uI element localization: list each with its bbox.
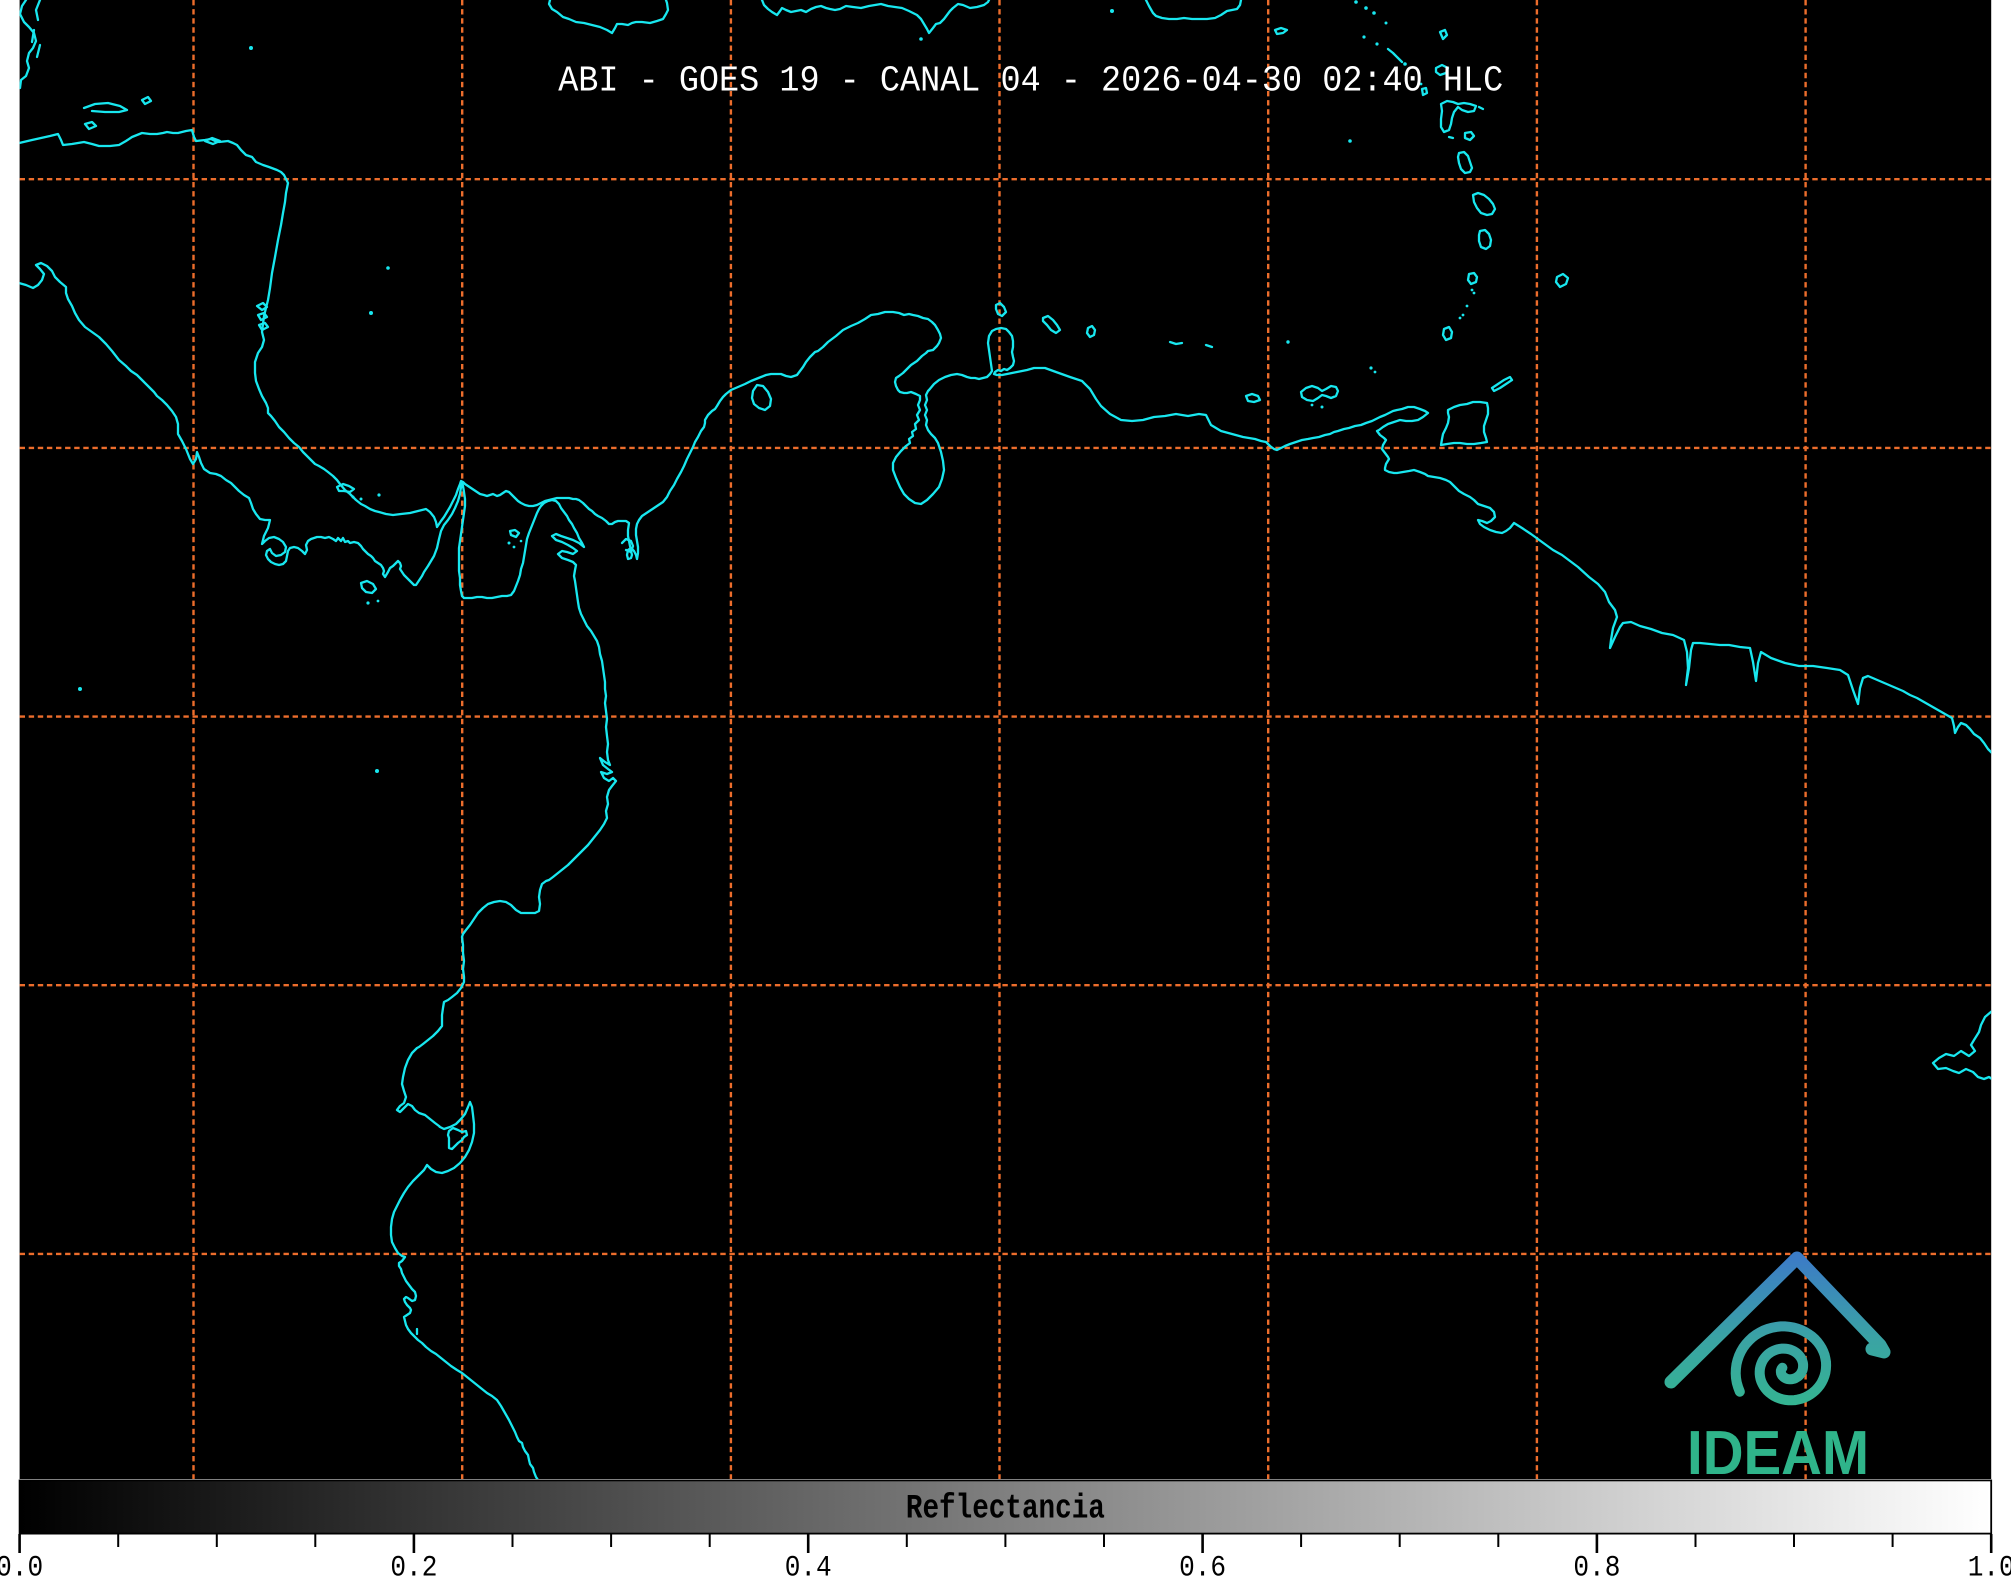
svg-text:0.2: 0.2 [390, 1552, 437, 1578]
svg-text:0.0: 0.0 [0, 1552, 43, 1578]
svg-text:0.6: 0.6 [1179, 1552, 1226, 1578]
svg-text:0.8: 0.8 [1573, 1552, 1620, 1578]
svg-text:0.4: 0.4 [785, 1552, 832, 1578]
svg-text:ABI - GOES 19 - CANAL 04 - 202: ABI - GOES 19 - CANAL 04 - 2026-04-30 02… [558, 61, 1503, 102]
svg-text:1.0: 1.0 [1968, 1552, 2011, 1578]
svg-text:Reflectancia: Reflectancia [906, 1491, 1105, 1529]
svg-text:IDEAM: IDEAM [1687, 1419, 1869, 1488]
